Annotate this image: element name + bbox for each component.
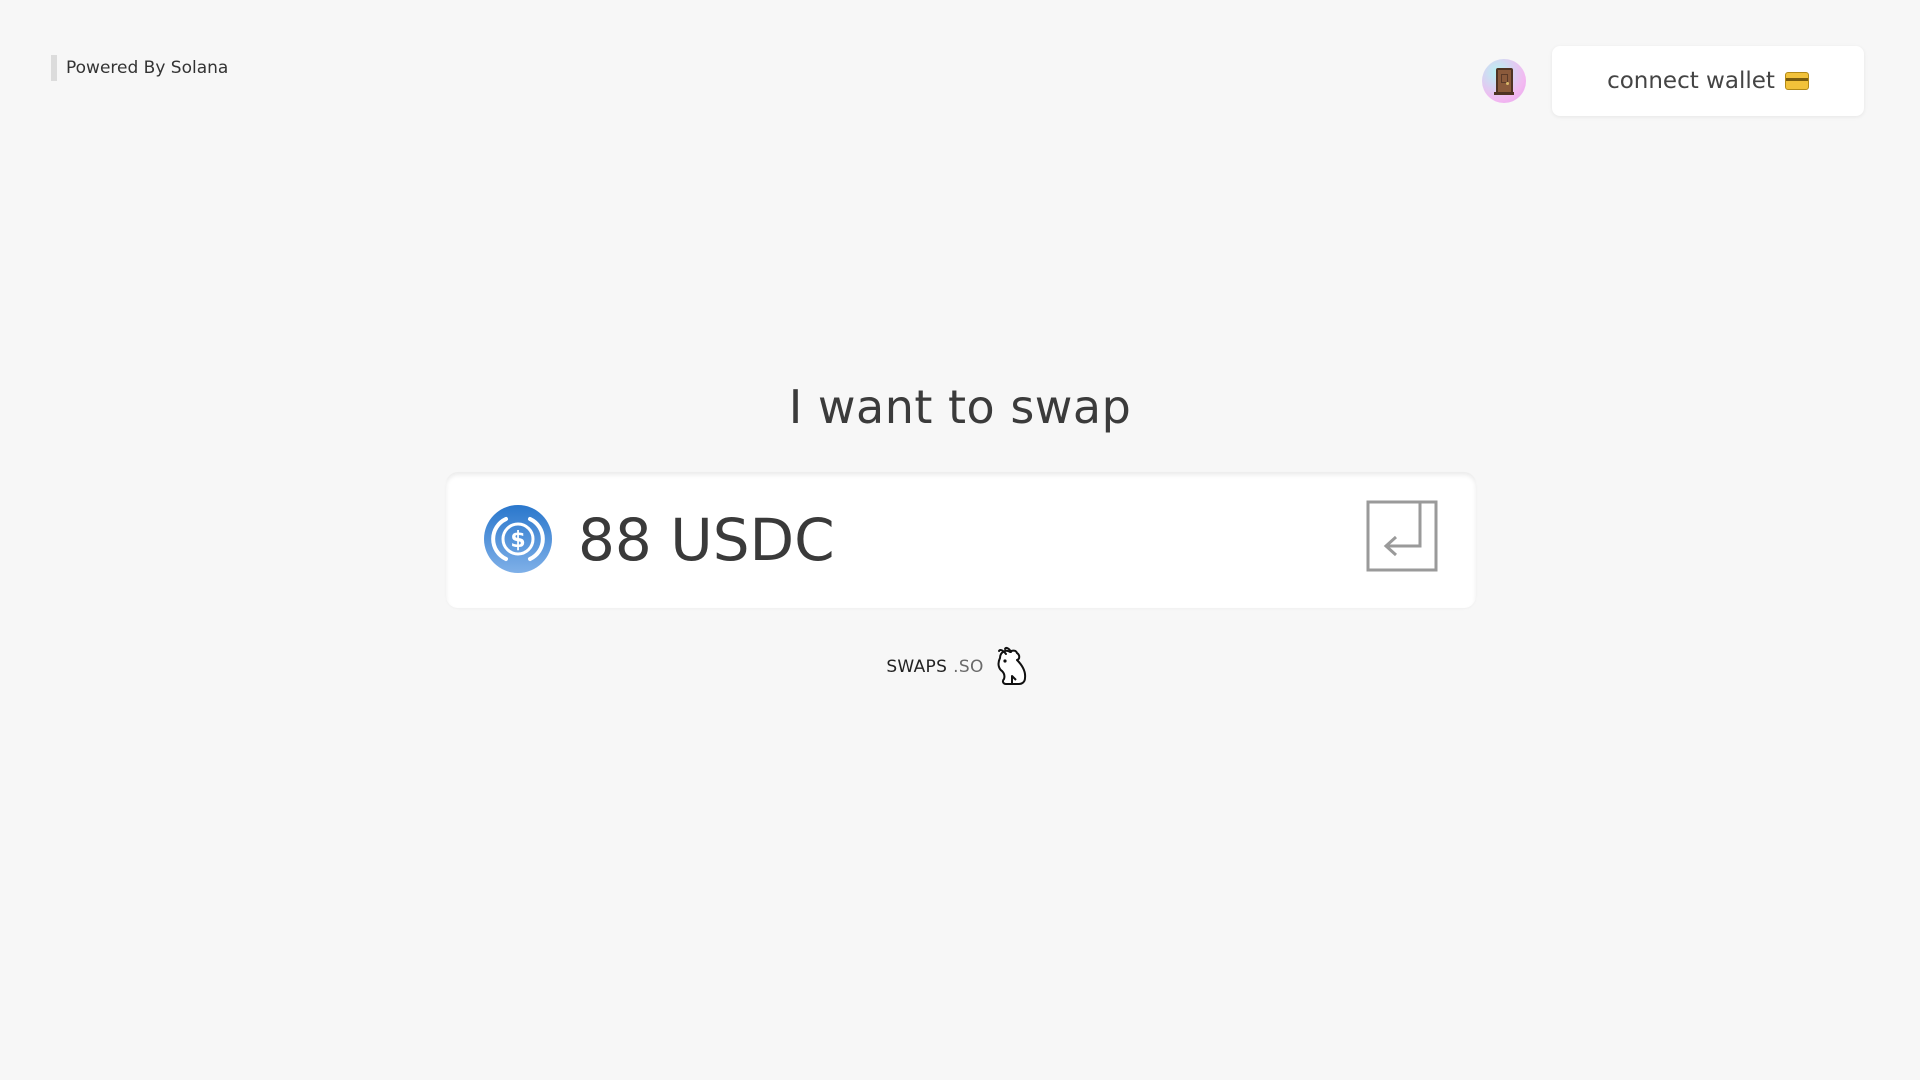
powered-by-label: Powered By Solana <box>51 55 228 81</box>
swap-input-card[interactable]: $ 88 USDC <box>446 472 1476 608</box>
svg-text:$: $ <box>510 528 525 553</box>
brand-name: SWAPS <box>886 657 948 677</box>
connect-wallet-label: connect wallet <box>1607 68 1775 94</box>
page-title: I want to swap <box>788 380 1132 434</box>
profile-avatar[interactable] <box>1482 59 1526 103</box>
rabbit-icon <box>997 647 1026 685</box>
usdc-icon[interactable]: $ <box>484 505 552 573</box>
powered-by-text: Powered By Solana <box>66 58 229 78</box>
door-base <box>1494 92 1514 95</box>
credit-card-icon <box>1784 72 1809 90</box>
swap-amount-input[interactable]: 88 USDC <box>578 502 835 578</box>
brand-logo[interactable]: SWAPS .SO <box>0 646 1920 688</box>
page: Powered By Solana connect wallet I want … <box>0 0 1920 1080</box>
enter-icon[interactable] <box>1366 500 1438 572</box>
connect-wallet-button[interactable]: connect wallet <box>1552 46 1864 116</box>
door-icon <box>1495 68 1513 94</box>
brand-suffix: .SO <box>953 657 984 677</box>
